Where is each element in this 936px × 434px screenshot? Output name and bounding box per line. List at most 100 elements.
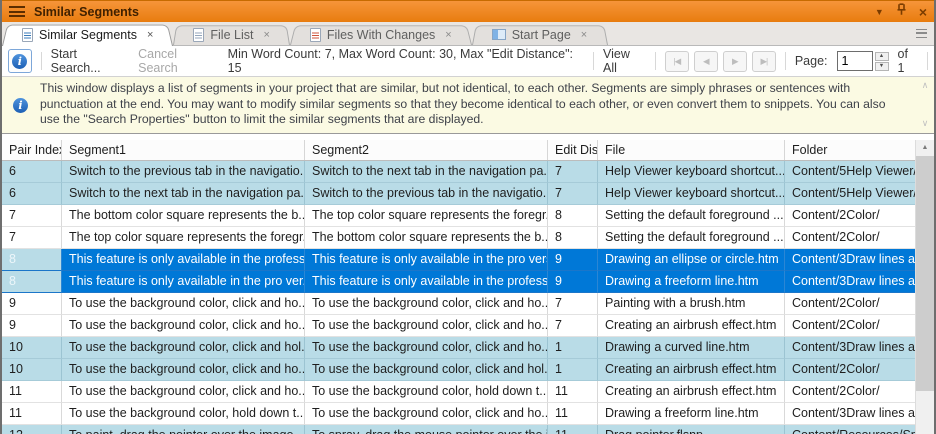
files-with-changes-icon (309, 27, 321, 42)
table-row[interactable]: 12To paint, drag the pointer over the im… (2, 425, 915, 434)
cell-pair: 11 (2, 403, 62, 425)
cell-segment1: To use the background color, click and h… (62, 315, 305, 337)
cell-pair: 6 (2, 183, 62, 205)
tab-label: Similar Segments (39, 27, 137, 42)
cell-pair: 7 (2, 205, 62, 227)
window-position-icon[interactable]: ▼ (875, 7, 884, 17)
table-body: 6 Switch to the previous tab in the navig… (2, 161, 915, 434)
table-row[interactable]: 11 To use the background color, click and… (2, 381, 915, 403)
cell-edit_distance: 7 (548, 315, 598, 337)
cell-folder: Content/2Color/ (785, 359, 915, 381)
cell-segment2: This feature is only available in the pr… (305, 249, 548, 271)
window-titlebar: Similar Segments ▼ × (2, 0, 934, 22)
table-row[interactable]: 8 This feature is only available in the p… (2, 249, 915, 271)
scroll-up-arrow-icon[interactable]: ▲ (916, 140, 934, 156)
scroll-up-icon[interactable]: ∧ (922, 80, 929, 91)
column-header-pair[interactable]: Pair Index (2, 140, 62, 160)
page-nav-group: |◀ ◀ ▶ ▶| (664, 50, 776, 72)
tab-close-icon[interactable]: × (445, 29, 451, 41)
vertical-scrollbar[interactable]: ▲ (915, 140, 934, 434)
cell-segment1: This feature is only available in the pr… (62, 271, 305, 293)
start-page-icon (491, 29, 506, 40)
grid-main: Pair IndexSegment1Segment2Edit DistanceF… (2, 140, 915, 434)
cell-segment1: To use the background color, click and h… (62, 293, 305, 315)
cell-segment2: To spray, drag the mouse pointer over th… (305, 425, 548, 434)
table-header-row: Pair IndexSegment1Segment2Edit DistanceF… (2, 140, 915, 161)
scroll-down-icon[interactable]: ∨ (922, 118, 929, 129)
column-header-segment2[interactable]: Segment2 (305, 140, 548, 160)
table-row[interactable]: 7 The top color square represents the for… (2, 227, 915, 249)
scrollbar-thumb[interactable] (916, 156, 934, 391)
cell-folder: Content/2Color/ (785, 381, 915, 403)
cell-segment2: To use the background color, click and h… (305, 337, 548, 359)
table-row[interactable]: 6 Switch to the previous tab in the navig… (2, 161, 915, 183)
next-page-button[interactable]: ▶ (722, 50, 747, 72)
tab-close-icon[interactable]: × (147, 29, 153, 41)
page-total: of 1 (897, 47, 908, 75)
tab-list-button[interactable] (913, 25, 930, 42)
tab-file-list[interactable]: File List × (181, 24, 282, 45)
cancel-search-button: Cancel Search (138, 47, 178, 75)
table-row[interactable]: 8 This feature is only available in the p… (2, 271, 915, 293)
view-all-button[interactable]: View All (603, 47, 646, 75)
previous-page-button[interactable]: ◀ (693, 50, 718, 72)
table-row[interactable]: 10 To use the background color, click and… (2, 337, 915, 359)
cell-file: Drawing a freeform line.htm (598, 403, 785, 425)
tab-close-icon[interactable]: × (581, 29, 587, 41)
spin-down-icon[interactable]: ▼ (874, 61, 889, 71)
cell-pair: 10 (2, 359, 62, 381)
notice-scrollbar[interactable]: ∧ ∨ (918, 80, 932, 129)
cell-edit_distance: 8 (548, 227, 598, 249)
tab-start-page[interactable]: Start Page × (480, 24, 600, 45)
last-page-button[interactable]: ▶| (751, 50, 776, 72)
cell-pair: 8 (2, 271, 62, 293)
column-header-file[interactable]: File (598, 140, 785, 160)
table-row[interactable]: 10 To use the background color, click and… (2, 359, 915, 381)
cell-pair: 9 (2, 315, 62, 337)
tab-close-icon[interactable]: × (263, 29, 269, 41)
cell-file: Drawing a freeform line.htm (598, 271, 785, 293)
tab-label: File List (210, 27, 254, 42)
cell-pair: 11 (2, 381, 62, 403)
cell-pair: 9 (2, 293, 62, 315)
window-menu-icon[interactable] (9, 6, 25, 17)
table-row[interactable]: 9 To use the background color, click and … (2, 315, 915, 337)
column-header-edit_distance[interactable]: Edit Distance (548, 140, 598, 160)
cell-folder: Content/2Color/ (785, 315, 915, 337)
page-input[interactable] (836, 51, 873, 71)
cell-segment2: This feature is only available in the pr… (305, 271, 548, 293)
table-row[interactable]: 7 The bottom color square represents the … (2, 205, 915, 227)
cell-segment2: Switch to the previous tab in the naviga… (305, 183, 548, 205)
cell-folder: Content/2Color/ (785, 205, 915, 227)
info-icon: i (12, 53, 28, 69)
cell-pair: 12 (2, 425, 62, 434)
close-icon[interactable]: × (919, 5, 927, 19)
first-page-button[interactable]: |◀ (664, 50, 689, 72)
spin-up-icon[interactable]: ▲ (874, 51, 889, 61)
separator (654, 52, 656, 70)
table-row[interactable]: 9 To use the background color, click and … (2, 293, 915, 315)
toolbar: i Start Search... Cancel Search Min Word… (2, 46, 934, 77)
tab-similar-segments[interactable]: Similar Segments × (10, 23, 165, 46)
file-list-icon (193, 27, 205, 42)
separator (784, 52, 786, 70)
cell-segment2: To use the background color, hold down t… (305, 381, 548, 403)
column-header-segment1[interactable]: Segment1 (62, 140, 305, 160)
cell-segment1: This feature is only available in the pr… (62, 249, 305, 271)
cell-segment2: To use the background color, click and h… (305, 315, 548, 337)
tab-files-with-changes[interactable]: Files With Changes × (298, 24, 464, 45)
column-header-folder[interactable]: Folder (785, 140, 915, 160)
cell-edit_distance: 1 (548, 337, 598, 359)
cell-folder: Content/5Help Viewer/ (785, 161, 915, 183)
table-row[interactable]: 11 To use the background color, hold down… (2, 403, 915, 425)
cell-file: Drag pointer.flsnp (598, 425, 785, 434)
cell-folder: Content/2Color/ (785, 227, 915, 249)
pin-icon[interactable] (896, 2, 907, 21)
cell-file: Creating an airbrush effect.htm (598, 315, 785, 337)
table-row[interactable]: 6 Switch to the next tab in the navigatio… (2, 183, 915, 205)
cell-file: Setting the default foreground ... (598, 205, 785, 227)
search-properties-button[interactable]: i (8, 49, 32, 73)
start-search-button[interactable]: Start Search... (51, 47, 130, 75)
cell-segment1: To use the background color, hold down t… (62, 403, 305, 425)
cell-edit_distance: 7 (548, 161, 598, 183)
